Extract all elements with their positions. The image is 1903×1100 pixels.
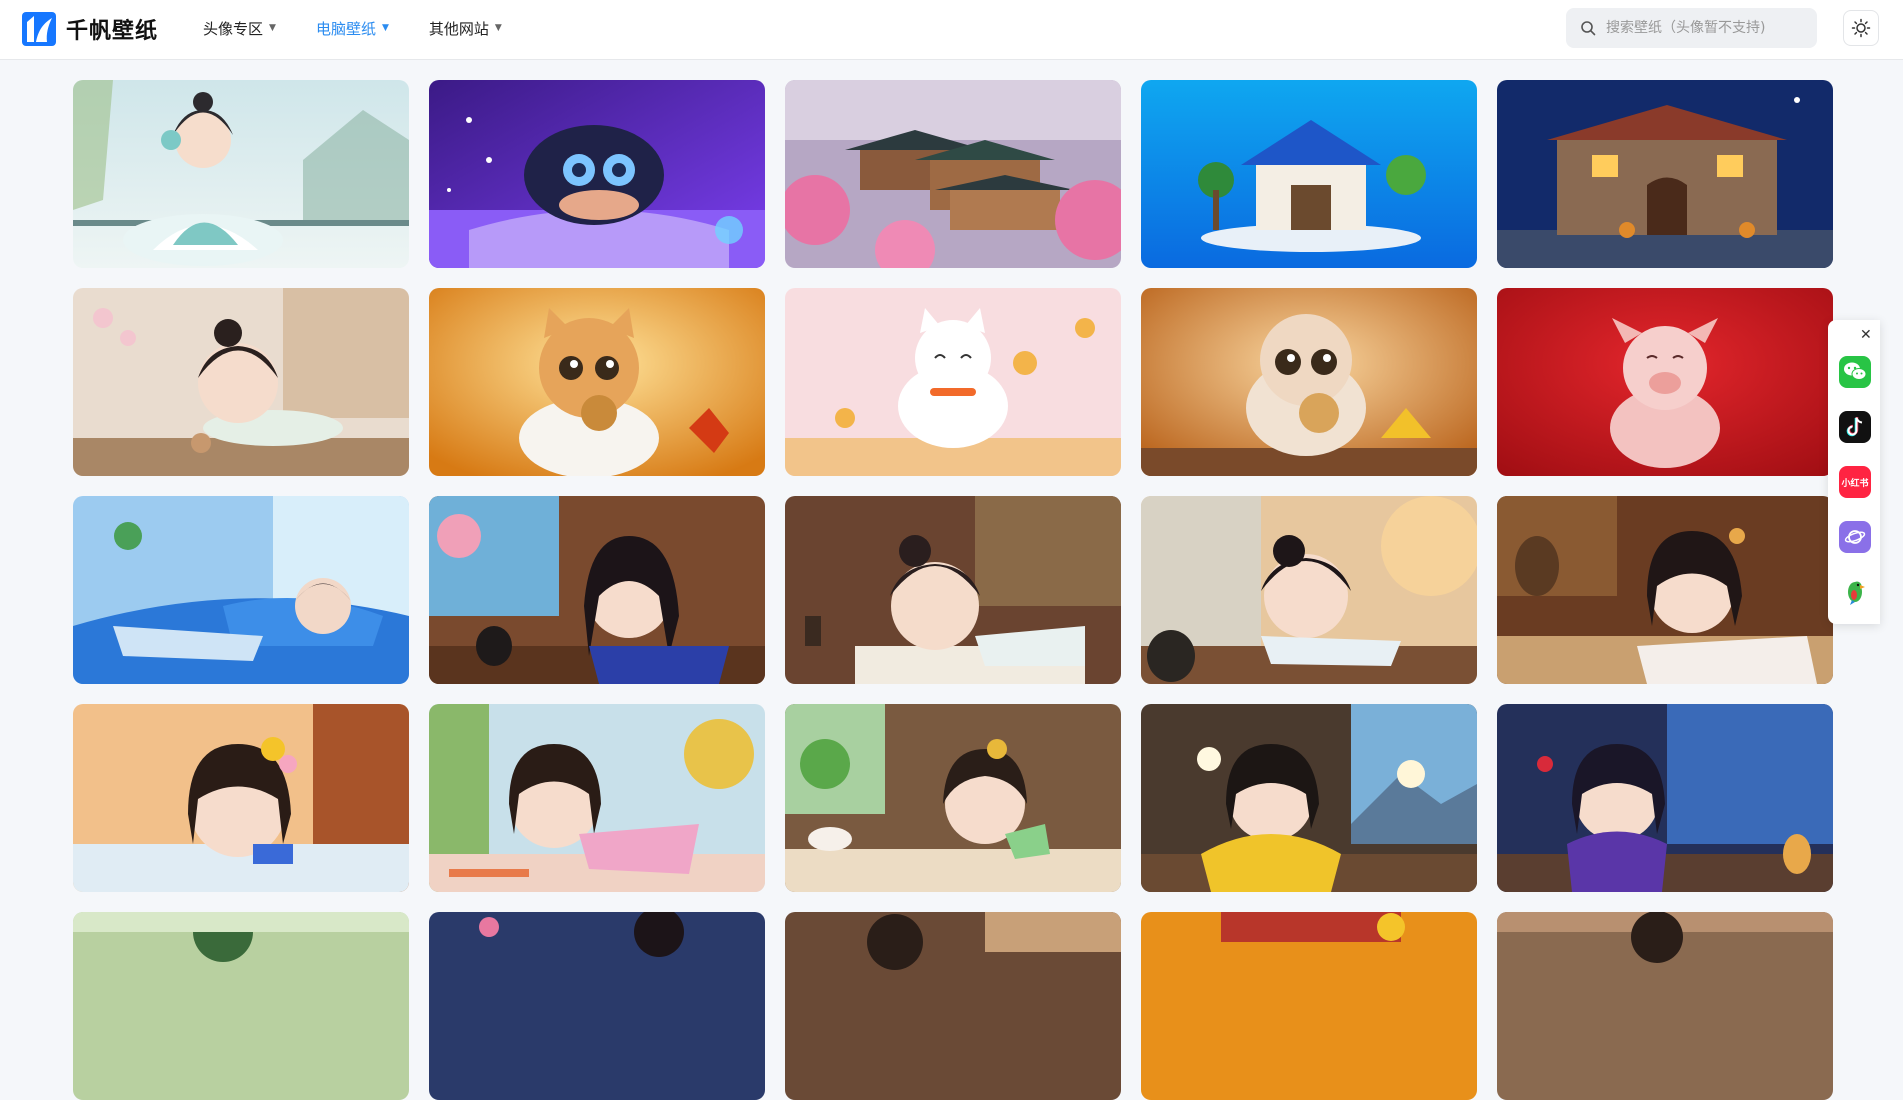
wallpaper-card[interactable] (1141, 80, 1477, 268)
planet-icon[interactable] (1839, 521, 1871, 553)
wallpaper-card[interactable] (1141, 288, 1477, 476)
wallpaper-image (429, 704, 765, 892)
wallpaper-image (1141, 496, 1477, 684)
top-navigation-bar: 千帆壁纸 头像专区 ▼ 电脑壁纸 ▼ 其他网站 ▼ (0, 0, 1903, 60)
wallpaper-image (785, 288, 1121, 476)
planet-glyph (1844, 530, 1866, 544)
nav-avatar-zone[interactable]: 头像专区 ▼ (203, 18, 276, 39)
search-box[interactable] (1566, 8, 1817, 48)
wallpaper-image (1497, 496, 1833, 684)
search-input[interactable] (1604, 19, 1808, 37)
wallpaper-image (785, 912, 1121, 1100)
wallpaper-card[interactable] (73, 496, 409, 684)
douyin-icon[interactable] (1839, 411, 1871, 443)
wallpaper-card[interactable] (1497, 288, 1833, 476)
wallpaper-card[interactable] (73, 288, 409, 476)
wallpaper-card[interactable] (785, 496, 1121, 684)
wallpaper-card[interactable] (1141, 704, 1477, 892)
wallpaper-card[interactable] (785, 912, 1121, 1100)
wallpaper-card[interactable] (429, 496, 765, 684)
wallpaper-card[interactable] (785, 80, 1121, 268)
wallpaper-image (1141, 288, 1477, 476)
close-icon[interactable]: ✕ (1860, 328, 1872, 342)
wallpaper-card[interactable] (785, 704, 1121, 892)
wallpaper-card[interactable] (429, 704, 765, 892)
wallpaper-card[interactable] (1497, 912, 1833, 1100)
wallpaper-image (73, 80, 409, 268)
wallpaper-image (429, 912, 765, 1100)
wallpaper-image (73, 496, 409, 684)
wallpaper-card[interactable] (1497, 704, 1833, 892)
sun-icon (1851, 18, 1871, 38)
wallpaper-card[interactable] (429, 288, 765, 476)
xiaohongshu-label: 小红书 (1841, 478, 1869, 489)
wallpaper-image (785, 704, 1121, 892)
wechat-glyph (1844, 362, 1867, 380)
wallpaper-card[interactable] (1497, 80, 1833, 268)
search-icon (1581, 21, 1596, 36)
wallpaper-card[interactable] (785, 288, 1121, 476)
wallpaper-image (73, 912, 409, 1100)
wallpaper-image (1497, 80, 1833, 268)
wechat-icon[interactable] (1839, 356, 1871, 388)
wallpaper-card[interactable] (1141, 496, 1477, 684)
site-name: 千帆壁纸 (66, 19, 159, 44)
nav-desktop-wallpaper[interactable]: 电脑壁纸 ▼ (316, 18, 389, 39)
wallpaper-card[interactable] (1141, 912, 1477, 1100)
wallpaper-image (73, 704, 409, 892)
nav-label: 电脑壁纸 (315, 19, 376, 38)
wallpaper-card[interactable] (73, 80, 409, 268)
wallpaper-image (429, 80, 765, 268)
parrot-icon[interactable] (1839, 576, 1871, 608)
xiaohongshu-icon[interactable]: 小红书 (1839, 466, 1871, 498)
wallpaper-image (785, 80, 1121, 268)
caret-down-icon: ▼ (269, 23, 276, 33)
wallpaper-image (429, 288, 765, 476)
wallpaper-card[interactable] (73, 912, 409, 1100)
wallpaper-image (1497, 704, 1833, 892)
wallpaper-image (73, 288, 409, 476)
caret-down-icon: ▼ (381, 23, 389, 33)
nav-other-sites[interactable]: 其他网站 ▼ (429, 18, 502, 39)
wallpaper-card[interactable] (73, 704, 409, 892)
theme-toggle-button[interactable] (1843, 10, 1879, 46)
social-share-panel: ✕ 小红书 (1828, 320, 1880, 624)
parrot-glyph (1848, 581, 1865, 605)
caret-down-icon: ▼ (494, 23, 502, 33)
wallpaper-card[interactable] (429, 912, 765, 1100)
wallpaper-image (429, 496, 765, 684)
wallpaper-card[interactable] (1497, 496, 1833, 684)
site-logo[interactable]: 千帆壁纸 (22, 12, 158, 46)
nav-label: 其他网站 (428, 19, 489, 38)
wallpaper-image (1141, 80, 1477, 268)
douyin-glyph (1846, 417, 1863, 437)
wallpaper-image (1141, 912, 1477, 1100)
wallpaper-image (1141, 704, 1477, 892)
wallpaper-image (1497, 912, 1833, 1100)
wallpaper-image (785, 496, 1121, 684)
wallpaper-grid (73, 80, 1833, 1100)
wallpaper-card[interactable] (429, 80, 765, 268)
nav-label: 头像专区 (203, 19, 264, 38)
logo-icon (22, 12, 56, 46)
main-nav: 头像专区 ▼ 电脑壁纸 ▼ 其他网站 ▼ (203, 0, 542, 56)
wallpaper-image (1497, 288, 1833, 476)
